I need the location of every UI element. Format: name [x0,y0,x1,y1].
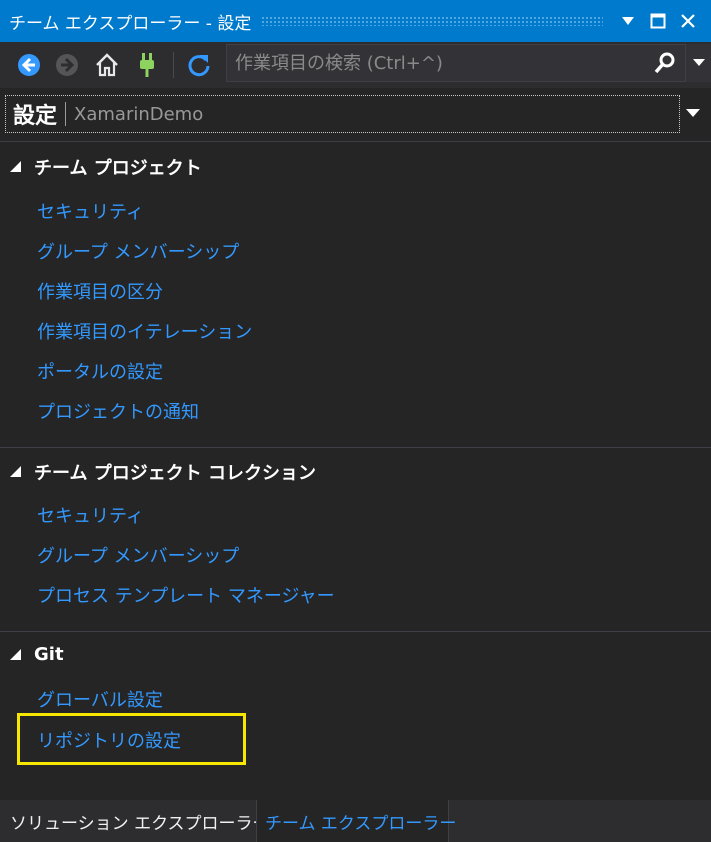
refresh-icon[interactable] [184,50,214,80]
link-work-item-iterations[interactable]: 作業項目のイテレーション [37,318,252,344]
header-divider [0,141,711,142]
section-header-team-project-collection[interactable]: チーム プロジェクト コレクション [10,459,316,485]
window-menu-dropdown-icon[interactable] [613,6,643,36]
section-divider [0,447,711,448]
section-title: チーム プロジェクト [34,158,202,179]
tab-team-explorer[interactable]: チーム エクスプローラー [256,800,456,842]
search-input[interactable] [227,45,645,81]
page-title: 設定 [13,104,58,129]
section-divider [0,631,711,632]
collapse-triangle-icon[interactable] [10,465,24,479]
collapse-triangle-icon[interactable] [10,160,24,174]
maximize-icon[interactable] [643,6,673,36]
dropdown-arrow-icon[interactable] [683,103,703,123]
home-icon[interactable] [92,50,122,80]
search-icon[interactable] [645,45,685,81]
highlight-box [17,713,246,765]
title-bar: チーム エクスプローラー - 設定 [0,0,711,42]
section-title: チーム プロジェクト コレクション [34,463,316,484]
search-dropdown-arrow-icon[interactable] [686,44,711,82]
title-separator [65,102,67,126]
section-header-git[interactable]: Git [10,644,64,665]
toolbar [0,42,711,88]
link-collection-group-membership[interactable]: グループ メンバーシップ [37,542,239,568]
link-project-alerts[interactable]: プロジェクトの通知 [37,398,199,424]
section-header-team-project[interactable]: チーム プロジェクト [10,154,202,180]
search-box[interactable] [226,44,686,82]
link-process-template-manager[interactable]: プロセス テンプレート マネージャー [37,582,335,608]
connect-plug-icon[interactable] [132,50,162,80]
section-title: Git [34,644,64,665]
close-icon[interactable] [673,6,703,36]
page-header: 設定 XamarinDemo [0,88,711,140]
page-selector[interactable]: 設定 XamarinDemo [5,95,680,133]
link-security[interactable]: セキュリティ [37,198,144,224]
link-global-settings[interactable]: グローバル設定 [37,686,163,712]
collapse-triangle-icon[interactable] [10,648,24,662]
forward-icon[interactable] [52,50,82,80]
toolbar-separator [173,52,174,78]
link-group-membership[interactable]: グループ メンバーシップ [37,238,239,264]
link-portal-settings[interactable]: ポータルの設定 [37,358,163,384]
back-icon[interactable] [14,50,44,80]
title-grip[interactable] [261,16,603,26]
window-title: チーム エクスプローラー - 設定 [9,13,252,34]
link-collection-security[interactable]: セキュリティ [37,502,144,528]
link-work-item-areas[interactable]: 作業項目の区分 [37,278,163,304]
bottom-tab-strip: ソリューション エクスプローラー チーム エクスプローラー [0,800,711,842]
project-name: XamarinDemo [74,103,204,125]
tab-solution-explorer[interactable]: ソリューション エクスプローラー [2,800,270,842]
